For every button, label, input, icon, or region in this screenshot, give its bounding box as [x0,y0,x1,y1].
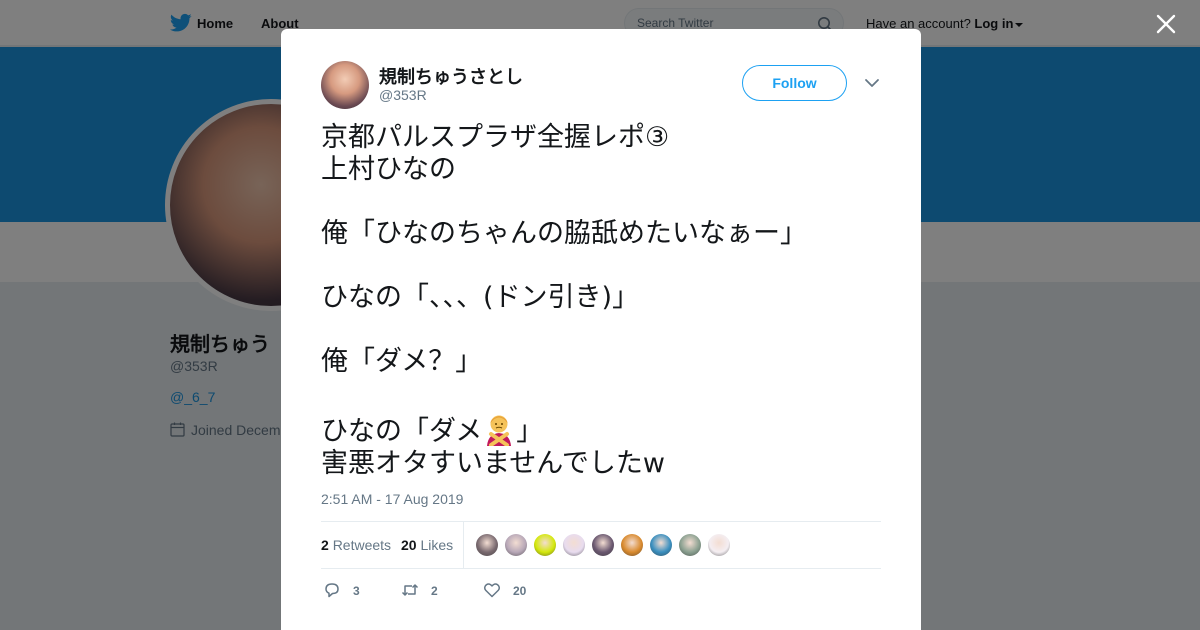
tweet-text-close-quote: 」 [516,416,544,447]
reply-count: 3 [353,584,360,598]
likes-stat[interactable]: 20 Likes [401,537,453,553]
follow-button[interactable]: Follow [742,65,847,101]
stats-divider [463,522,464,568]
tweet-timestamp[interactable]: 2:51 AM - 17 Aug 2019 [321,491,463,507]
reply-button[interactable]: 3 [323,579,383,603]
tweet-modal: 規制ちゅうさとし @353R Follow 京都パルスプラザ全握レポ③ 上村ひな… [281,29,921,630]
tweet-text-tail: ひなの「ダメ 」害悪オタすいませんでしたw [321,412,891,480]
heart-icon [483,583,501,598]
liker-avatar[interactable] [679,534,701,556]
liker-avatar[interactable] [505,534,527,556]
tweet-text-last-line: 害悪オタすいませんでしたw [321,448,665,479]
retweets-stat[interactable]: 2 Retweets [321,537,391,553]
tweet-stats: 2 Retweets 20 Likes [321,521,881,569]
liker-avatar[interactable] [476,534,498,556]
retweet-count: 2 [431,584,438,598]
liker-avatar[interactable] [534,534,556,556]
author-name[interactable]: 規制ちゅうさとし [379,63,523,89]
tweet-text: 京都パルスプラザ全握レポ③ 上村ひなの 俺「ひなのちゃんの脇舐めたいなぁー」 ひ… [321,122,807,377]
retweets-label: Retweets [332,537,392,553]
chevron-down-icon[interactable] [864,77,880,89]
liker-avatar[interactable] [592,534,614,556]
liker-avatar[interactable] [708,534,730,556]
retweets-count: 2 [321,537,329,553]
tweet-text-line: ひなの「ダメ [321,416,483,447]
liker-avatar[interactable] [650,534,672,556]
author-avatar[interactable] [321,61,369,109]
woman-gesturing-no-icon [487,415,512,446]
retweet-button[interactable]: 2 [401,579,461,603]
close-icon[interactable] [1154,12,1178,36]
tweet-actions: 3 2 20 [321,579,881,603]
likes-label: Likes [420,537,454,553]
liker-avatar[interactable] [621,534,643,556]
retweet-icon [401,584,419,596]
reply-icon [325,583,339,598]
like-count: 20 [513,584,527,598]
author-handle[interactable]: @353R [379,87,427,103]
like-button[interactable]: 20 [483,579,543,603]
likes-count: 20 [401,537,417,553]
liker-avatar[interactable] [563,534,585,556]
